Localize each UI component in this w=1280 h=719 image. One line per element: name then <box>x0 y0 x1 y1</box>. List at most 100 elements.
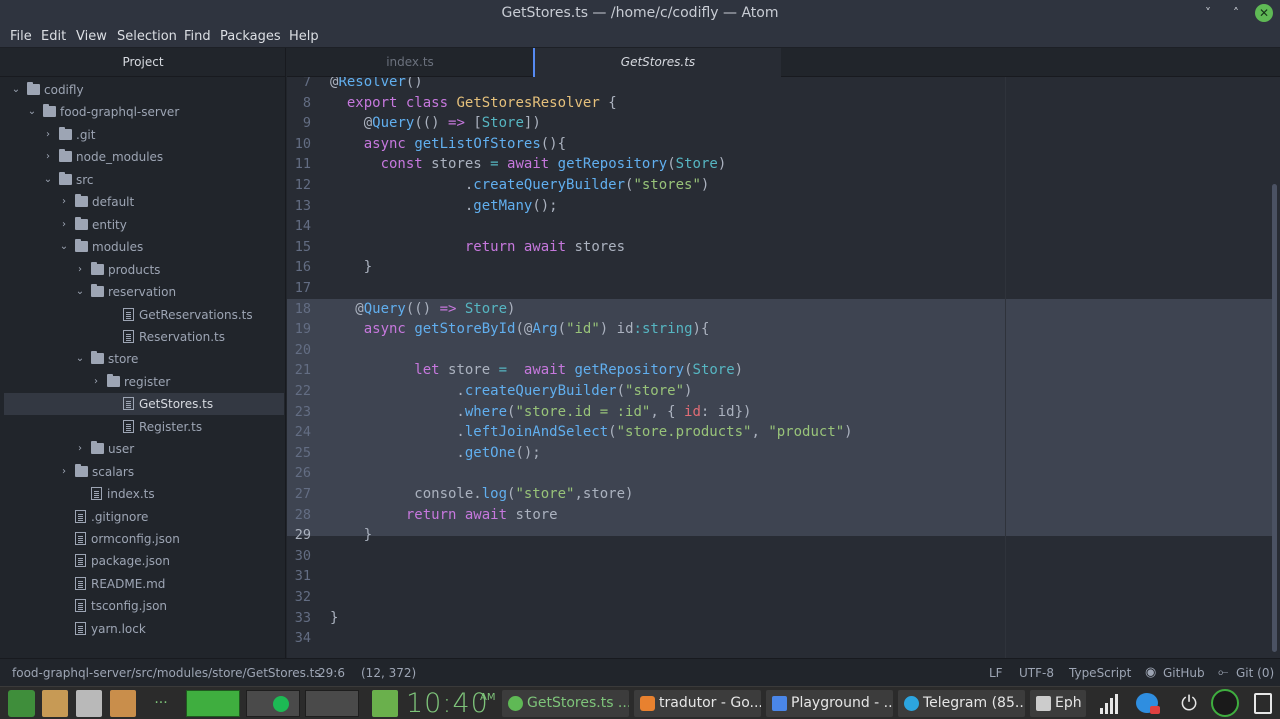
code-line[interactable]: } <box>330 257 372 278</box>
status-file-path[interactable]: food-graphql-server/src/modules/store/Ge… <box>12 659 321 687</box>
code-editor[interactable]: 7 8 9 10 11 12 13 14 15 16 17 18 19 20 21 22 23 24 25 26 27 2… <box>287 77 1280 658</box>
code-line[interactable]: .leftJoinAndSelect("store.products", "pr… <box>330 422 852 443</box>
code-line[interactable]: .getOne(); <box>330 443 540 464</box>
workspace-1[interactable] <box>186 690 240 717</box>
tree-item[interactable]: ⌄ modules <box>4 236 284 258</box>
tree-item[interactable]: ⌄ food-graphql-server <box>4 101 284 123</box>
code-line[interactable]: console.log("store",store) <box>330 484 633 505</box>
code-line[interactable]: } <box>330 608 338 629</box>
menu-find[interactable]: Find <box>184 26 211 48</box>
task-telegram[interactable]: Telegram (85... <box>898 690 1025 717</box>
menu-selection[interactable]: Selection <box>117 26 177 48</box>
tree-item[interactable]: README.md <box>4 573 284 595</box>
status-cursor-position[interactable]: 29:6 <box>318 659 345 687</box>
clipboard-icon[interactable] <box>372 690 398 717</box>
task-atom[interactable]: GetStores.ts ... <box>502 690 629 717</box>
chevron-right-icon[interactable]: › <box>42 146 54 168</box>
code-line[interactable]: @Resolver() <box>330 77 423 93</box>
file-manager-icon[interactable] <box>76 690 102 717</box>
tree-item[interactable]: ⌄ codifly <box>4 79 284 101</box>
tree-item[interactable]: Register.ts <box>4 416 284 438</box>
maximize-icon[interactable]: ˄ <box>1227 4 1245 22</box>
chevron-down-icon[interactable]: ⌄ <box>74 348 86 370</box>
tree-item[interactable]: Reservation.ts <box>4 326 284 348</box>
code-line[interactable]: .where("store.id = :id", { id: id}) <box>330 402 751 423</box>
tree-item[interactable]: › scalars <box>4 461 284 483</box>
chevron-down-icon[interactable]: ⌄ <box>58 236 70 258</box>
code-line[interactable]: return await store <box>330 505 558 526</box>
menu-view[interactable]: View <box>76 26 107 48</box>
network-signal-icon[interactable] <box>1097 690 1121 717</box>
status-github[interactable]: GitHub <box>1163 659 1205 687</box>
tree-item[interactable]: ⌄ reservation <box>4 281 284 303</box>
chevron-right-icon[interactable]: › <box>74 259 86 281</box>
code-line[interactable]: const stores = await getRepository(Store… <box>330 154 727 175</box>
workspace-3[interactable] <box>305 690 359 717</box>
tree-item[interactable]: › node_modules <box>4 146 284 168</box>
menu-packages[interactable]: Packages <box>220 26 281 48</box>
status-encoding[interactable]: UTF-8 <box>1019 659 1054 687</box>
code-line[interactable]: .getMany(); <box>330 196 558 217</box>
chevron-right-icon[interactable]: › <box>58 191 70 213</box>
clipboard-tray-icon[interactable] <box>1254 693 1272 714</box>
status-line-ending[interactable]: LF <box>989 659 1003 687</box>
code-line[interactable]: export class GetStoresResolver { <box>330 93 617 114</box>
power-icon[interactable]: ⏻ <box>1176 690 1202 717</box>
chevron-right-icon[interactable]: › <box>90 371 102 393</box>
menu-edit[interactable]: Edit <box>41 26 66 48</box>
code-line[interactable]: async getListOfStores(){ <box>330 134 566 155</box>
archive-icon[interactable] <box>110 690 136 717</box>
chevron-down-icon[interactable]: ⌄ <box>10 79 22 101</box>
chevron-right-icon[interactable]: › <box>74 438 86 460</box>
code-line[interactable]: return await stores <box>330 237 625 258</box>
chevron-right-icon[interactable]: › <box>42 124 54 146</box>
tree-item[interactable]: › user <box>4 438 284 460</box>
code-line[interactable]: let store = await getRepository(Store) <box>330 360 743 381</box>
status-git[interactable]: Git (0) <box>1236 659 1274 687</box>
code-line[interactable]: .createQueryBuilder("store") <box>330 381 692 402</box>
tree-item[interactable]: ⌄ store <box>4 348 284 370</box>
chevron-down-icon[interactable]: ⌄ <box>74 281 86 303</box>
code-line[interactable]: .createQueryBuilder("stores") <box>330 175 709 196</box>
code-line[interactable]: async getStoreById(@Arg("id") id:string)… <box>330 319 710 340</box>
tree-item[interactable]: ormconfig.json <box>4 528 284 550</box>
disk-usage-icon[interactable] <box>1211 689 1239 717</box>
task-playground[interactable]: Playground - ... <box>766 690 893 717</box>
tree-item[interactable]: › .git <box>4 124 284 146</box>
menu-help[interactable]: Help <box>289 26 319 48</box>
status-grammar[interactable]: TypeScript <box>1069 659 1131 687</box>
tree-item[interactable]: yarn.lock <box>4 618 284 640</box>
task-eph[interactable]: Eph <box>1030 690 1086 717</box>
chevron-down-icon[interactable]: ⌄ <box>26 101 38 123</box>
tab-getstores-ts[interactable]: GetStores.ts <box>533 48 781 77</box>
tree-item[interactable]: GetReservations.ts <box>4 304 284 326</box>
code-line[interactable]: } <box>330 525 372 546</box>
menu-file[interactable]: File <box>10 26 32 48</box>
minimize-icon[interactable]: ˅ <box>1199 4 1217 22</box>
tree-item[interactable]: › products <box>4 259 284 281</box>
code-line[interactable]: @Query(() => [Store]) <box>330 113 541 134</box>
notification-icon[interactable] <box>1136 693 1160 714</box>
chevron-right-icon[interactable]: › <box>58 461 70 483</box>
tree-item[interactable]: tsconfig.json <box>4 595 284 617</box>
chevron-right-icon[interactable]: › <box>58 214 70 236</box>
tree-header[interactable]: Project <box>0 48 285 77</box>
tree-item[interactable]: package.json <box>4 550 284 572</box>
tree-item[interactable]: › default <box>4 191 284 213</box>
workspace-2[interactable] <box>246 690 300 717</box>
tab-index-ts[interactable]: index.ts <box>287 48 533 77</box>
vertical-scrollbar[interactable] <box>1272 184 1277 652</box>
tree-item[interactable]: ⌄ src <box>4 169 284 191</box>
tree-item[interactable]: › register <box>4 371 284 393</box>
app-menu-icon[interactable] <box>8 690 35 717</box>
chevron-down-icon[interactable]: ⌄ <box>42 169 54 191</box>
code-line[interactable]: @Query(() => Store) <box>330 299 515 320</box>
task-browser-translate[interactable]: tradutor - Go... <box>634 690 761 717</box>
tree-item[interactable]: index.ts <box>4 483 284 505</box>
package-manager-icon[interactable] <box>42 690 68 717</box>
tree-item[interactable]: .gitignore <box>4 506 284 528</box>
tree-item[interactable]: GetStores.ts <box>4 393 284 416</box>
tree-item[interactable]: › entity <box>4 214 284 236</box>
more-launchers-icon[interactable]: ··· <box>146 690 176 717</box>
close-icon[interactable]: ✕ <box>1255 4 1273 22</box>
